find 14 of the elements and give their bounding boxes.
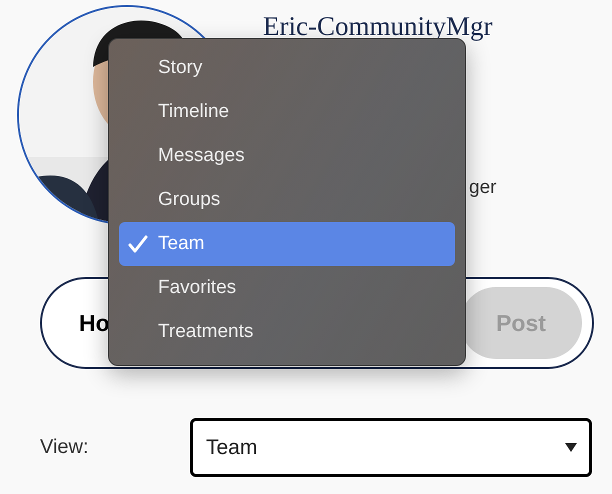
checkmark-icon [128, 235, 148, 253]
menu-item[interactable]: Messages [119, 134, 455, 178]
menu-item[interactable]: Favorites [119, 266, 455, 310]
profile-subtitle: ger [469, 177, 496, 199]
menu-item[interactable]: Groups [119, 178, 455, 222]
caret-icon [565, 443, 577, 452]
menu-item[interactable]: Team [119, 222, 455, 266]
menu-item[interactable]: Treatments [119, 310, 455, 354]
profile-name: Eric-CommunityMgr [263, 11, 494, 41]
view-label: View: [40, 436, 90, 459]
view-select[interactable]: Team [190, 418, 592, 477]
menu-item[interactable]: Timeline [119, 90, 455, 134]
post-input-field[interactable]: Ho [79, 310, 109, 336]
menu-item[interactable]: Story [119, 46, 455, 90]
